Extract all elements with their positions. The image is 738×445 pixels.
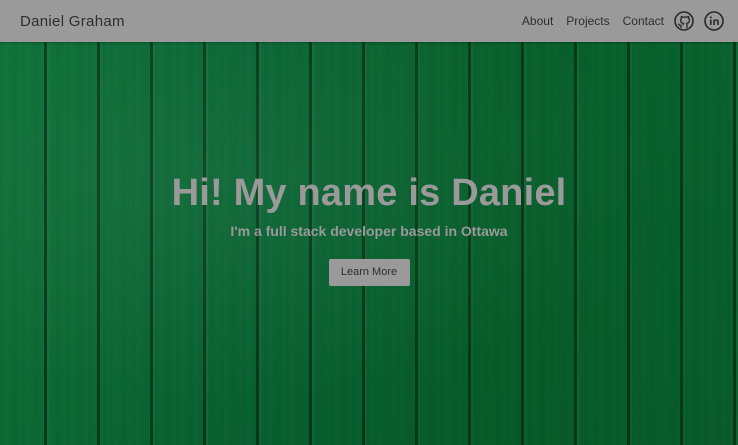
brand-link[interactable]: Daniel Graham xyxy=(20,13,125,30)
page: Daniel Graham About Projects Contact Hi!… xyxy=(0,0,738,445)
hero-title: Hi! My name is Daniel xyxy=(171,171,567,214)
nav-link-about[interactable]: About xyxy=(522,14,553,28)
github-icon xyxy=(674,11,694,31)
linkedin-icon xyxy=(704,11,724,31)
hero-section: Hi! My name is Daniel I'm a full stack d… xyxy=(0,42,738,445)
nav-link-projects[interactable]: Projects xyxy=(566,14,609,28)
navbar: Daniel Graham About Projects Contact xyxy=(0,0,738,42)
nav-menu: About Projects Contact xyxy=(509,11,724,31)
hero-subtitle: I'm a full stack developer based in Otta… xyxy=(230,222,508,239)
nav-link-contact[interactable]: Contact xyxy=(623,14,664,28)
learn-more-button[interactable]: Learn More xyxy=(328,258,410,286)
github-link[interactable] xyxy=(674,11,694,31)
linkedin-link[interactable] xyxy=(704,11,724,31)
